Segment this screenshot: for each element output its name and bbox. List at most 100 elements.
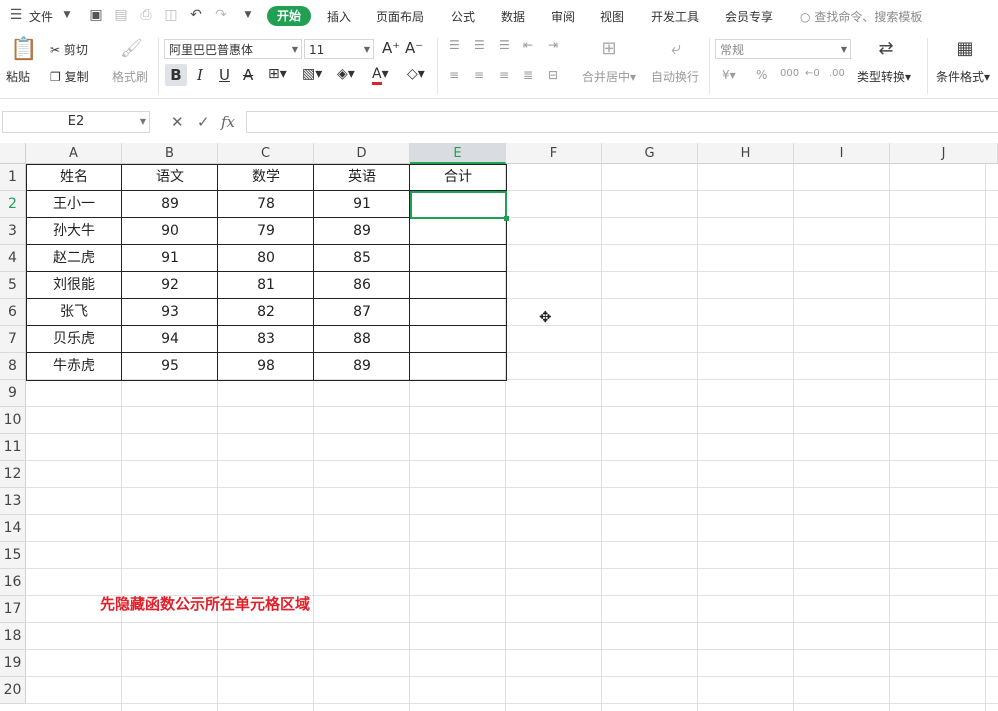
cell-d8[interactable]: 89 <box>314 353 410 380</box>
row-header-20[interactable]: 20 <box>0 677 26 704</box>
cell-a3[interactable]: 孙大牛 <box>26 218 122 245</box>
border-icon[interactable]: ⊞▾ <box>268 66 287 82</box>
redo-icon[interactable]: ↷ <box>213 7 229 23</box>
cell-a4[interactable]: 赵二虎 <box>26 245 122 272</box>
font-name-select[interactable]: 阿里巴巴普惠体 ▼ <box>164 39 302 59</box>
row-header-11[interactable]: 11 <box>0 434 26 461</box>
column-header-g[interactable]: G <box>602 143 698 164</box>
formula-input[interactable] <box>246 111 998 133</box>
cell-e7[interactable] <box>410 326 506 353</box>
row-header-4[interactable]: 4 <box>0 245 26 272</box>
decrease-decimal-icon[interactable]: .00 <box>829 68 845 79</box>
column-header-d[interactable]: D <box>314 143 410 164</box>
cell-b8[interactable]: 95 <box>122 353 218 380</box>
currency-button[interactable]: ¥▾ <box>722 68 736 82</box>
cell-a8[interactable]: 牛赤虎 <box>26 353 122 380</box>
tab-view[interactable]: 视图 <box>600 8 624 25</box>
cell-e6[interactable] <box>410 299 506 326</box>
column-header-f[interactable]: F <box>506 143 602 164</box>
hamburger-icon[interactable]: ☰ <box>8 7 24 23</box>
cell-c7[interactable]: 83 <box>218 326 314 353</box>
row-header-8[interactable]: 8 <box>0 353 26 380</box>
cell-e4[interactable] <box>410 245 506 272</box>
cell-e8[interactable] <box>410 353 506 380</box>
decrease-font-icon[interactable]: A⁻ <box>405 39 423 57</box>
row-header-5[interactable]: 5 <box>0 272 26 299</box>
column-header-j[interactable]: J <box>890 143 998 164</box>
strikethrough-button[interactable]: A <box>243 66 253 84</box>
cell-d2[interactable]: 91 <box>314 191 410 218</box>
align-middle-icon[interactable]: ☰ <box>474 38 485 52</box>
column-header-i[interactable]: I <box>794 143 890 164</box>
tab-formula[interactable]: 公式 <box>451 8 475 25</box>
type-convert-button[interactable]: 类型转换▾ <box>857 68 911 85</box>
row-header-10[interactable]: 10 <box>0 407 26 434</box>
cell-b4[interactable]: 91 <box>122 245 218 272</box>
active-cell-selection[interactable] <box>410 191 507 219</box>
name-box[interactable]: E2 ▼ <box>2 111 150 133</box>
format-painter-button[interactable]: 格式刷 <box>112 68 148 85</box>
row-header-12[interactable]: 12 <box>0 461 26 488</box>
export-pdf-icon[interactable]: ▤ <box>113 7 129 23</box>
conditional-format-button[interactable]: 条件格式▾ <box>936 68 990 85</box>
cell-b7[interactable]: 94 <box>122 326 218 353</box>
tab-data[interactable]: 数据 <box>501 8 525 25</box>
select-all-corner[interactable] <box>0 143 26 164</box>
fill-handle[interactable] <box>504 216 509 221</box>
file-menu[interactable]: 文件 <box>29 8 53 25</box>
increase-decimal-icon[interactable]: ←0 <box>805 68 820 79</box>
cell-e3[interactable] <box>410 218 506 245</box>
decrease-indent-icon[interactable]: ⇤ <box>523 38 533 52</box>
header-cell-a[interactable]: 姓名 <box>26 164 122 191</box>
cell-a7[interactable]: 贝乐虎 <box>26 326 122 353</box>
cell-c2[interactable]: 78 <box>218 191 314 218</box>
cell-c5[interactable]: 81 <box>218 272 314 299</box>
row-header-13[interactable]: 13 <box>0 488 26 515</box>
row-header-6[interactable]: 6 <box>0 299 26 326</box>
cell-b5[interactable]: 92 <box>122 272 218 299</box>
customize-toolbar-icon[interactable]: ▼ <box>240 7 256 23</box>
copy-button[interactable]: ❐ 复制 <box>50 68 89 85</box>
row-header-14[interactable]: 14 <box>0 515 26 542</box>
command-search[interactable]: ○ 查找命令、搜索模板 <box>800 8 922 25</box>
row-header-19[interactable]: 19 <box>0 650 26 677</box>
thousands-button[interactable]: 000 <box>780 68 799 79</box>
clear-format-icon[interactable]: ◇▾ <box>407 66 425 82</box>
header-cell-d[interactable]: 英语 <box>314 164 410 191</box>
header-cell-b[interactable]: 语文 <box>122 164 218 191</box>
underline-button[interactable]: U <box>219 66 230 84</box>
row-header-18[interactable]: 18 <box>0 623 26 650</box>
tab-developer[interactable]: 开发工具 <box>651 8 699 25</box>
paste-icon[interactable]: 📋 <box>10 38 37 62</box>
row-header-9[interactable]: 9 <box>0 380 26 407</box>
cell-c3[interactable]: 79 <box>218 218 314 245</box>
cell-d5[interactable]: 86 <box>314 272 410 299</box>
header-cell-c[interactable]: 数学 <box>218 164 314 191</box>
bold-button[interactable]: B <box>165 64 187 86</box>
cell-c6[interactable]: 82 <box>218 299 314 326</box>
undo-icon[interactable]: ↶ <box>188 7 204 23</box>
increase-font-icon[interactable]: A⁺ <box>382 39 400 57</box>
cell-a5[interactable]: 刘很能 <box>26 272 122 299</box>
cell-b2[interactable]: 89 <box>122 191 218 218</box>
cell-c8[interactable]: 98 <box>218 353 314 380</box>
cell-a6[interactable]: 张飞 <box>26 299 122 326</box>
align-bottom-icon[interactable]: ☰ <box>499 38 510 52</box>
confirm-icon[interactable]: ✓ <box>197 113 210 131</box>
insert-function-icon[interactable]: fx <box>221 113 235 131</box>
merge-center-button[interactable]: 合并居中▾ <box>582 68 636 85</box>
align-center-icon[interactable]: ≡ <box>474 68 484 82</box>
align-right-icon[interactable]: ≡ <box>499 68 509 82</box>
row-header-2[interactable]: 2 <box>0 191 26 218</box>
wrap-text-button[interactable]: 自动换行 <box>651 68 699 85</box>
column-header-h[interactable]: H <box>698 143 794 164</box>
column-header-c[interactable]: C <box>218 143 314 164</box>
italic-button[interactable]: I <box>197 66 203 84</box>
justify-icon[interactable]: ≣ <box>523 68 533 82</box>
save-icon[interactable]: ▣ <box>88 7 104 23</box>
align-top-icon[interactable]: ☰ <box>449 38 460 52</box>
row-header-17[interactable]: 17 <box>0 596 26 623</box>
cell-d7[interactable]: 88 <box>314 326 410 353</box>
row-header-15[interactable]: 15 <box>0 542 26 569</box>
print-icon[interactable]: ⎙ <box>138 7 154 23</box>
